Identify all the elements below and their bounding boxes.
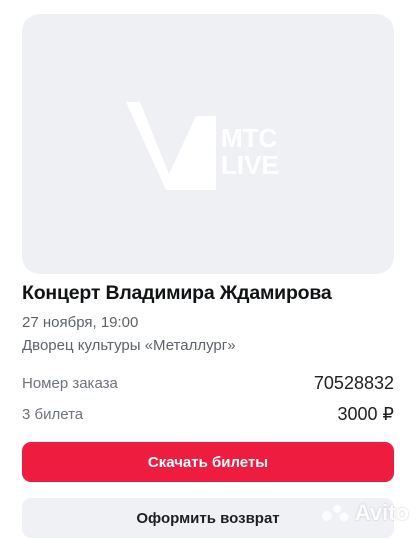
mts-live-logo: МТС LIVE (126, 100, 296, 196)
order-number-value: 70528832 (313, 373, 394, 393)
event-title: Концерт Владимира Ждамирова (22, 282, 332, 304)
logo-text-line2: LIVE (221, 150, 279, 180)
tickets-row: 3 билета 3000 ₽ (22, 404, 395, 428)
logo-text-line1: МТС (221, 123, 278, 153)
tickets-price: 3000 ₽ (337, 404, 395, 424)
event-venue: Дворец культуры «Металлург» (22, 337, 236, 354)
order-number-label: Номер заказа (22, 375, 118, 392)
download-tickets-button[interactable]: Скачать билеты (22, 442, 394, 482)
watermark-text: Avito (354, 500, 409, 525)
order-number-row: Номер заказа 70528832 (22, 373, 394, 397)
event-poster: МТС LIVE (22, 14, 394, 274)
event-date: 27 ноября, 19:00 (22, 314, 139, 331)
avito-watermark: Avito (321, 500, 409, 526)
tickets-label: 3 билета (22, 406, 84, 423)
avito-dots-icon (321, 505, 349, 522)
